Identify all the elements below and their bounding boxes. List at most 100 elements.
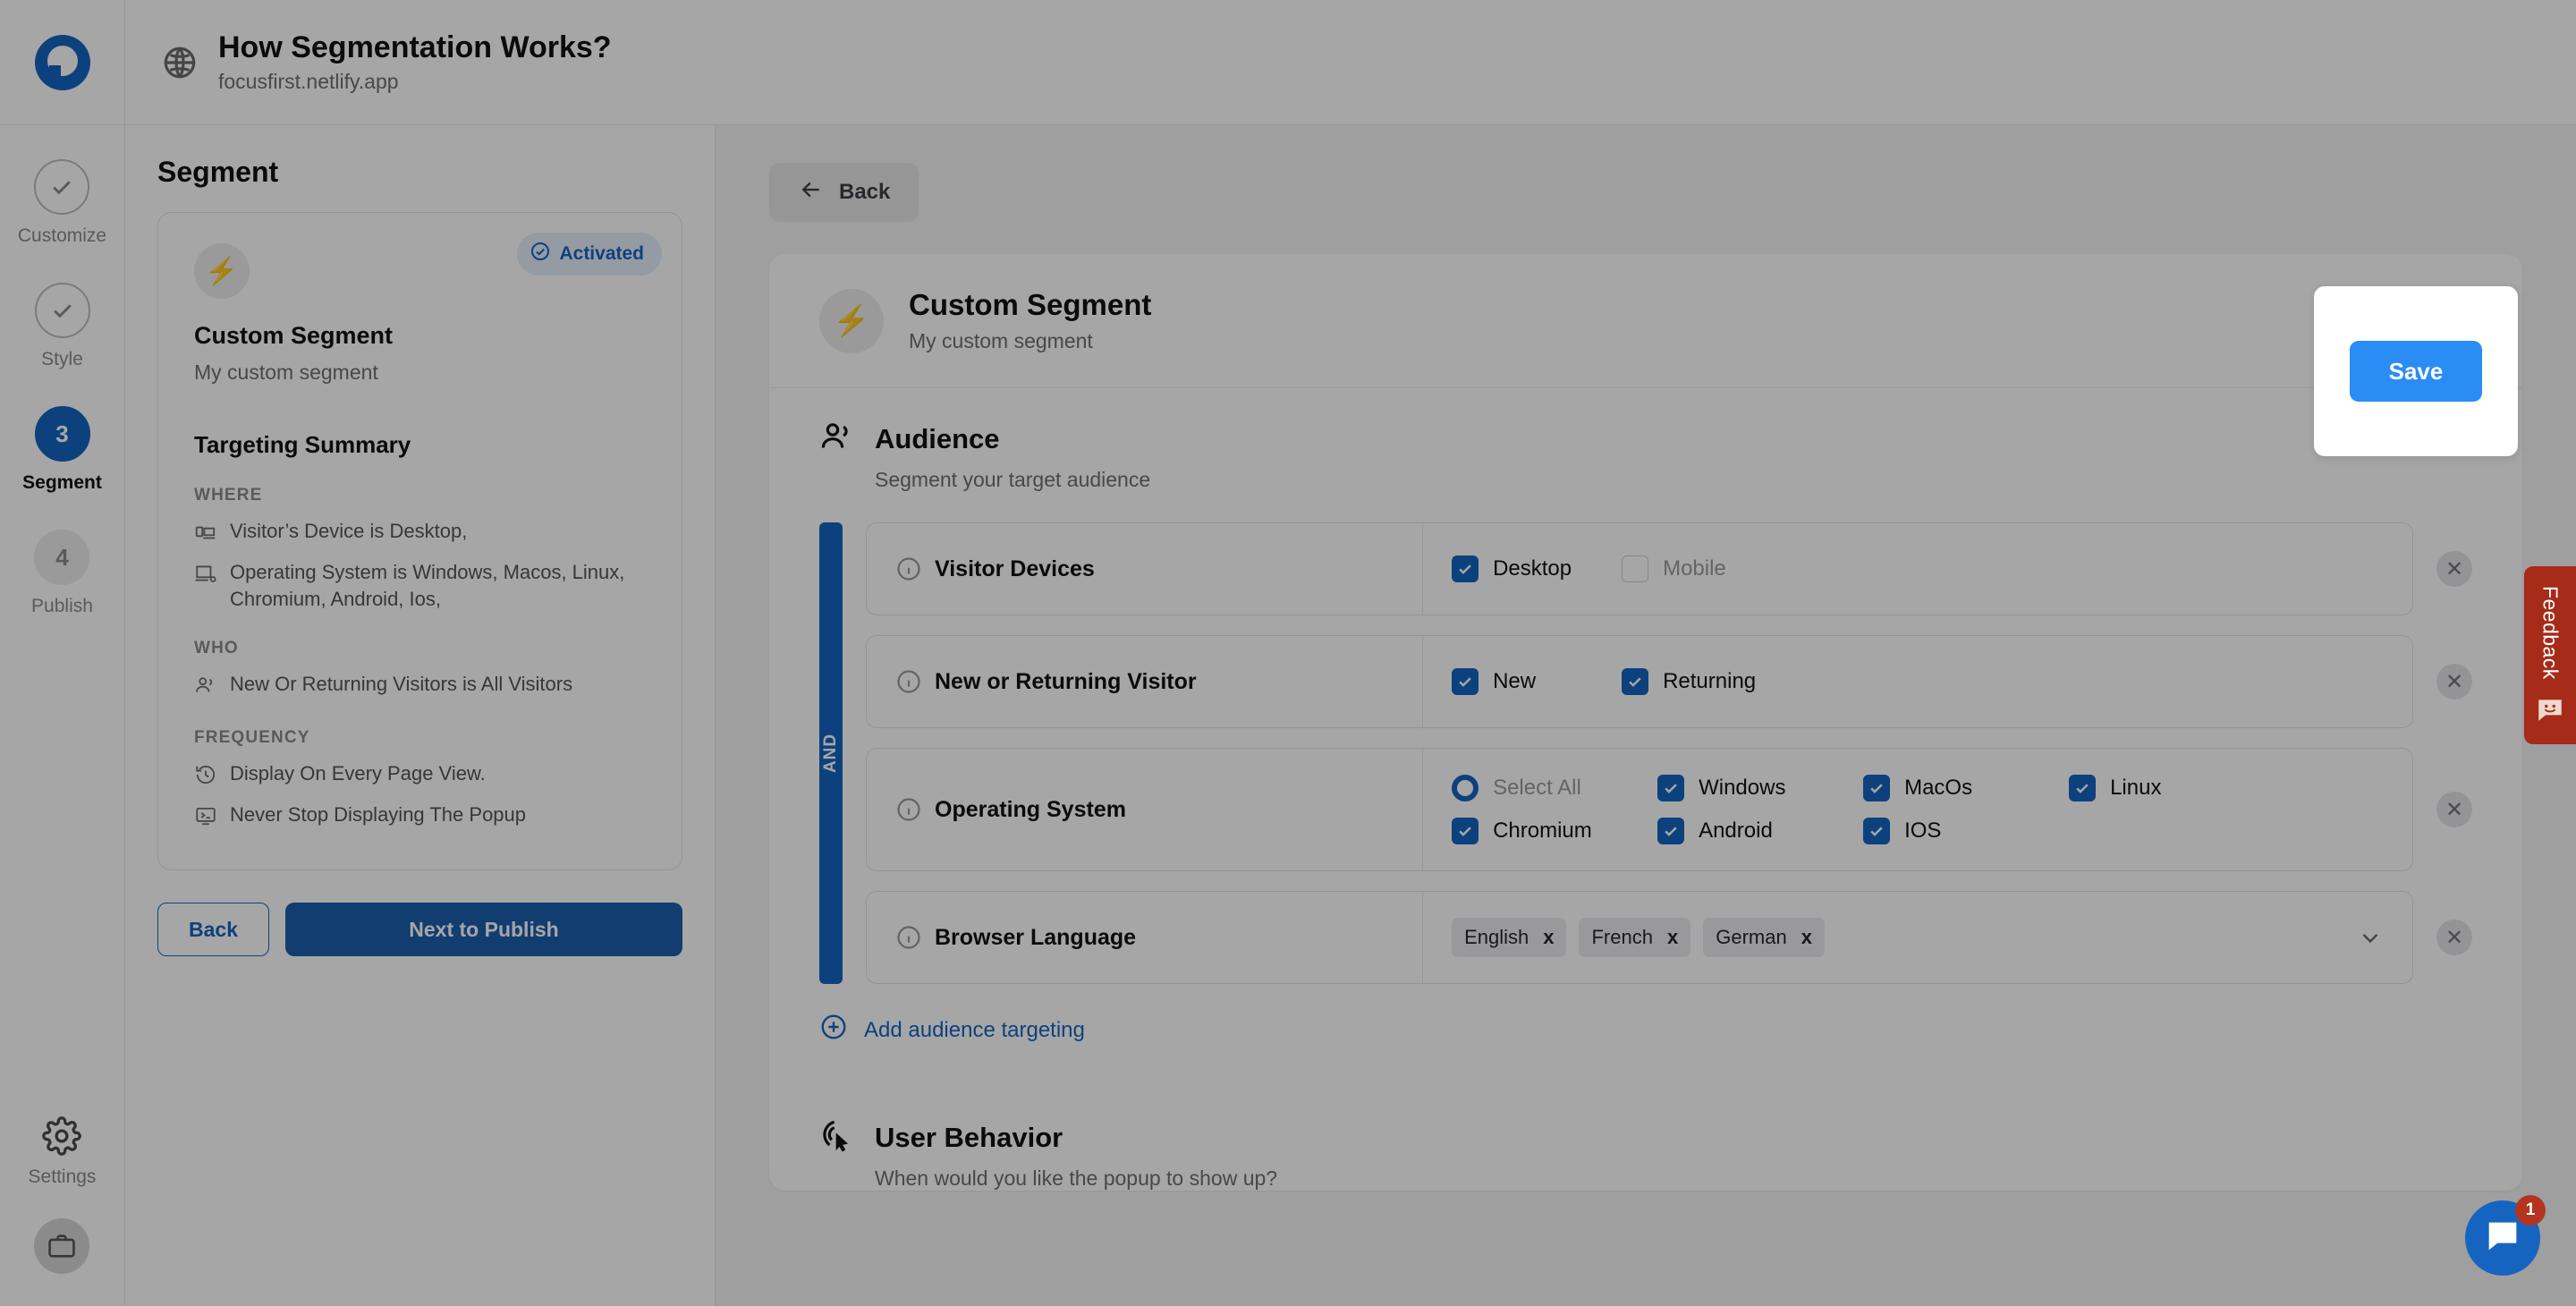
save-button[interactable]: Save (2350, 341, 2483, 402)
chat-bubble-icon (2482, 1216, 2523, 1261)
option-label: Windows (1699, 776, 1785, 801)
option-label: Desktop (1493, 556, 1572, 581)
and-connector: AND (819, 522, 843, 984)
check-circle-icon (530, 241, 551, 267)
option-android[interactable]: Android (1657, 818, 1863, 844)
rule-values: New Returning (1423, 636, 2412, 727)
app-logo[interactable] (0, 0, 125, 125)
radio-icon[interactable] (1452, 775, 1479, 801)
checkbox-icon[interactable] (1657, 775, 1684, 801)
rail-step-marker (34, 159, 89, 215)
option-label: MacOs (1904, 776, 1972, 801)
audience-subtitle: Segment your target audience (875, 468, 2472, 492)
checkbox-icon[interactable] (1452, 555, 1479, 582)
option-new[interactable]: New (1452, 668, 1622, 695)
audience-rules: AND Visitor Devices (819, 522, 2472, 984)
rule-values: Select All Windows (1423, 749, 2412, 870)
rail-item-publish[interactable]: 4 Publish (31, 530, 93, 617)
targeting-summary-title: Targeting Summary (194, 431, 646, 459)
option-label: New (1493, 669, 1536, 694)
checkbox-icon[interactable] (2069, 775, 2096, 801)
option-label: Select All (1493, 776, 1581, 801)
smiley-chat-icon (2535, 694, 2565, 725)
next-to-publish-button[interactable]: Next to Publish (285, 903, 682, 956)
option-desktop[interactable]: Desktop (1452, 555, 1622, 582)
rail-item-label: Style (41, 349, 83, 370)
chip-german[interactable]: German x (1703, 918, 1825, 957)
bolt-icon: ⚡ (194, 243, 250, 299)
close-icon[interactable]: x (1667, 926, 1678, 949)
save-popup: Save (2314, 286, 2518, 456)
audience-section: Audience Segment your target audience AN… (769, 388, 2522, 1047)
rail-step-marker (35, 283, 90, 338)
add-audience-targeting-button[interactable]: Add audience targeting (819, 1013, 2472, 1047)
segment-card-title: Custom Segment (909, 288, 1151, 322)
chevron-down-icon[interactable] (2357, 924, 2384, 951)
checkbox-icon[interactable] (1622, 668, 1648, 695)
chip-label: French (1591, 926, 1652, 949)
checkbox-icon[interactable] (1863, 818, 1890, 844)
checkbox-icon[interactable] (1657, 818, 1684, 844)
rail-item-settings[interactable]: Settings (29, 1116, 97, 1188)
page-title: How Segmentation Works? (218, 30, 612, 65)
summary-group-frequency: FREQUENCY Display On Every Page View. (194, 728, 646, 832)
segment-name: Custom Segment (194, 322, 646, 350)
chip-label: German (1716, 926, 1786, 949)
rule-label: Browser Language (867, 892, 1423, 983)
rule-label-text: Browser Language (935, 925, 1136, 951)
close-icon[interactable]: ✕ (2436, 920, 2472, 955)
close-icon[interactable]: x (1543, 926, 1554, 949)
option-select-all[interactable]: Select All (1452, 775, 1657, 801)
feedback-tab[interactable]: Feedback (2524, 566, 2576, 744)
rule-row-new-returning: New or Returning Visitor New (866, 635, 2472, 728)
rail-item-label: Customize (18, 225, 106, 247)
close-icon[interactable]: ✕ (2436, 664, 2472, 700)
option-ios[interactable]: IOS (1863, 818, 2069, 844)
bolt-icon: ⚡ (819, 289, 884, 353)
close-icon[interactable]: ✕ (2436, 792, 2472, 827)
segment-panel: Segment Activated ⚡ Custom Segment My cu… (125, 125, 716, 1306)
info-icon[interactable] (895, 668, 922, 695)
option-windows[interactable]: Windows (1657, 775, 1863, 801)
page-url: focusfirst.netlify.app (218, 70, 612, 94)
option-macos[interactable]: MacOs (1863, 775, 2069, 801)
info-icon[interactable] (895, 796, 922, 823)
checkbox-icon[interactable] (1863, 775, 1890, 801)
checkbox-icon[interactable] (1452, 818, 1479, 844)
rail-item-customize[interactable]: Customize (18, 159, 106, 247)
option-chromium[interactable]: Chromium (1452, 818, 1657, 844)
summary-row: Never Stop Displaying The Popup (194, 801, 646, 832)
chip-english[interactable]: English x (1452, 918, 1566, 957)
rail-item-style[interactable]: Style (35, 283, 90, 370)
option-label: Chromium (1493, 818, 1592, 844)
option-mobile[interactable]: Mobile (1622, 555, 1792, 582)
rail-item-segment[interactable]: 3 Segment (22, 406, 102, 494)
step-rail: Customize Style 3 Segment 4 Publish (0, 125, 125, 1306)
segment-summary-card: Activated ⚡ Custom Segment My custom seg… (157, 212, 682, 870)
and-connector-label: AND (821, 734, 841, 773)
add-audience-targeting-label: Add audience targeting (864, 1018, 1085, 1043)
main-content: Back ⚡ Custom Segment My custom segment (716, 125, 2576, 1306)
chip-french[interactable]: French x (1579, 918, 1690, 957)
checkbox-icon[interactable] (1622, 555, 1648, 582)
close-icon[interactable]: x (1801, 926, 1812, 949)
device-icon (194, 518, 217, 548)
rule-label: New or Returning Visitor (867, 636, 1423, 727)
option-returning[interactable]: Returning (1622, 668, 1792, 695)
summary-row-text: Never Stop Displaying The Popup (230, 801, 526, 828)
panel-back-button[interactable]: Back (157, 903, 269, 956)
segment-card: ⚡ Custom Segment My custom segment Audie… (769, 254, 2522, 1191)
intercom-launcher[interactable]: 1 (2465, 1200, 2540, 1276)
option-linux[interactable]: Linux (2069, 775, 2275, 801)
rule-label-text: Visitor Devices (935, 556, 1095, 582)
summary-group-heading: FREQUENCY (194, 728, 646, 748)
avatar[interactable] (34, 1218, 89, 1274)
info-icon[interactable] (895, 924, 922, 951)
page-header: How Segmentation Works? focusfirst.netli… (125, 30, 612, 93)
info-icon[interactable] (895, 555, 922, 582)
checkbox-icon[interactable] (1452, 668, 1479, 695)
close-icon[interactable]: ✕ (2436, 551, 2472, 587)
audience-title: Audience (875, 423, 1000, 455)
rule-row-browser-language: Browser Language English x (866, 891, 2472, 984)
back-button[interactable]: Back (769, 163, 919, 222)
